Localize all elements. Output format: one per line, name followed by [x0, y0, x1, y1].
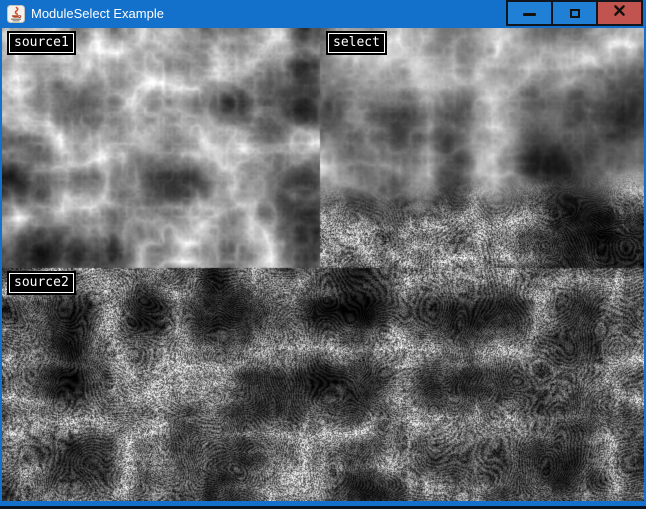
label-source1-text: source1: [14, 35, 69, 50]
minimize-button[interactable]: [506, 0, 553, 26]
label-select-text: select: [333, 35, 380, 50]
label-source2: source2: [9, 273, 74, 293]
label-source1: source1: [9, 33, 74, 53]
maximize-button[interactable]: [551, 0, 598, 26]
close-button[interactable]: [596, 0, 643, 26]
titlebar[interactable]: ModuleSelect Example: [0, 0, 646, 28]
noise-render-canvas: [2, 28, 644, 501]
window-title: ModuleSelect Example: [31, 0, 164, 28]
minimize-icon: [523, 13, 536, 16]
label-select: select: [328, 33, 385, 53]
close-icon: [613, 4, 626, 22]
label-source2-text: source2: [14, 275, 69, 290]
render-area: source1 select source2: [2, 28, 644, 501]
java-app-icon: [7, 5, 25, 23]
window-controls: [508, 0, 643, 26]
app-window: ModuleSelect Example source1 select: [0, 0, 646, 509]
maximize-icon: [570, 9, 580, 18]
